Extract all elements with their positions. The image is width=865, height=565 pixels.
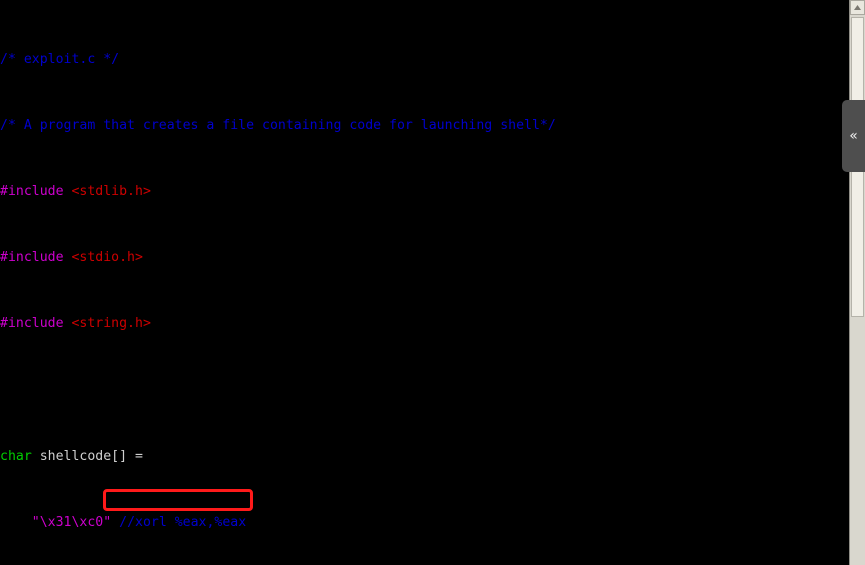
code-line: #include <string.h> xyxy=(0,316,865,333)
string-token: "\x31\xc0" xyxy=(31,514,112,530)
code-line: #include <stdio.h> xyxy=(0,250,865,267)
code-content[interactable]: /* exploit.c */ /* A program that create… xyxy=(0,0,865,565)
comment-token: //xorl %eax,%eax xyxy=(119,514,247,530)
header-token: <string.h> xyxy=(71,316,151,332)
code-line: #include <stdlib.h> xyxy=(0,184,865,201)
triangle-up-icon xyxy=(854,5,861,10)
vertical-scrollbar[interactable] xyxy=(849,0,865,565)
preprocessor-token: #include xyxy=(0,316,64,332)
code-line: char shellcode[] = xyxy=(0,449,865,466)
comment-token: /* exploit.c */ xyxy=(0,51,120,67)
code-line: /* exploit.c */ xyxy=(0,52,865,69)
scroll-up-button[interactable] xyxy=(850,0,865,15)
header-token: <stdio.h> xyxy=(71,250,143,266)
code-editor[interactable]: /* exploit.c */ /* A program that create… xyxy=(0,0,865,565)
code-line: "\x31\xc0" //xorl %eax,%eax xyxy=(0,515,865,532)
preprocessor-token: #include xyxy=(0,250,64,266)
preprocessor-token: #include xyxy=(0,184,64,200)
comment-token: /* A program that creates a file contain… xyxy=(0,117,556,133)
collapse-panel-button[interactable]: « xyxy=(842,100,865,172)
code-line: /* A program that creates a file contain… xyxy=(0,118,865,135)
keyword-token: char xyxy=(0,448,32,464)
declaration-token: shellcode[] = xyxy=(31,448,143,464)
header-token: <stdlib.h> xyxy=(71,184,151,200)
double-chevron-left-icon: « xyxy=(849,128,858,144)
